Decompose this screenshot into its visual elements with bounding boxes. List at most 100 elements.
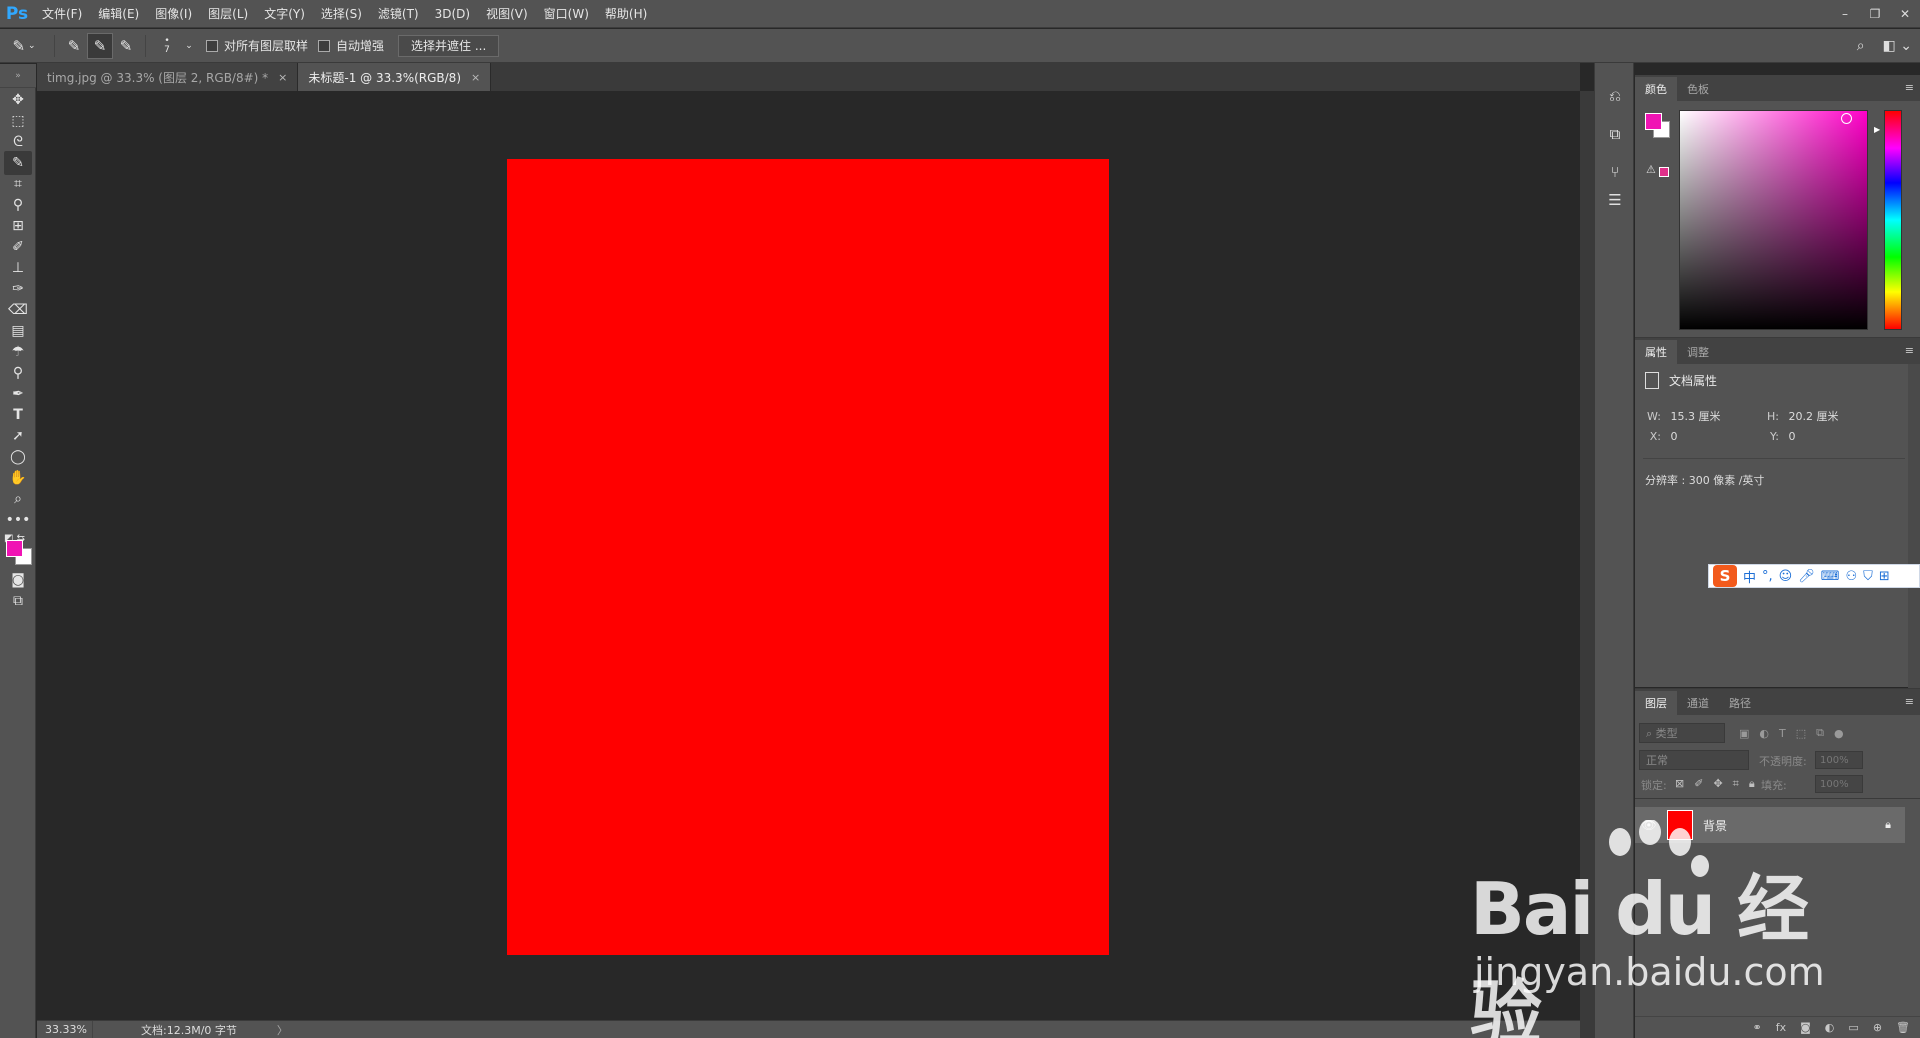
- document-tabs: timg.jpg @ 33.3% (图层 2, RGB/8#) * × 未标题-…: [37, 63, 1580, 91]
- foreground-color-swatch[interactable]: [1645, 113, 1662, 130]
- watermark-brand: Bai du 经验: [1470, 867, 1809, 1038]
- adjustment-filter-icon[interactable]: ◐: [1759, 727, 1769, 740]
- fill-input[interactable]: 100%: [1815, 775, 1863, 793]
- width-row: W: 15.3 厘米: [1639, 408, 1721, 424]
- emoji-icon[interactable]: ☺: [1779, 569, 1793, 584]
- lock-position-icon[interactable]: ✥: [1713, 777, 1722, 791]
- tab-properties[interactable]: 属性: [1635, 340, 1677, 364]
- width-label: W:: [1647, 410, 1661, 423]
- properties-scrollbar[interactable]: [1908, 364, 1920, 688]
- chevron-down-icon[interactable]: ⌄: [182, 33, 196, 59]
- auto-enhance-checkbox[interactable]: 自动增强: [318, 37, 384, 54]
- lock-icon: 🔒︎: [1885, 818, 1891, 831]
- canvas-area[interactable]: [37, 91, 1580, 1020]
- toolbar-collapse-handle[interactable]: »: [0, 64, 36, 88]
- brush-size-picker[interactable]: • 7: [152, 33, 182, 59]
- hue-marker-icon[interactable]: ▶: [1874, 125, 1880, 134]
- panel-menu-icon[interactable]: ≡: [1905, 695, 1914, 708]
- skin-icon[interactable]: ⛉: [1863, 569, 1873, 584]
- ime-mode[interactable]: 中: [1743, 567, 1756, 586]
- tool-preset-picker[interactable]: ✎ ⌄: [0, 33, 48, 59]
- menu-window[interactable]: 窗口(W): [536, 0, 597, 28]
- menu-3d[interactable]: 3D(D): [427, 0, 478, 28]
- menu-file[interactable]: 文件(F): [34, 0, 90, 28]
- keyboard-icon[interactable]: ⌨: [1821, 569, 1840, 584]
- tab-color[interactable]: 颜色: [1635, 77, 1677, 101]
- menu-filter[interactable]: 滤镜(T): [370, 0, 427, 28]
- tab-adjustments[interactable]: 调整: [1677, 340, 1719, 364]
- tab-paths[interactable]: 路径: [1719, 691, 1761, 715]
- add-to-selection-icon[interactable]: ✎: [87, 32, 113, 59]
- shape-filter-icon[interactable]: ⬚: [1796, 727, 1806, 740]
- tab-channels[interactable]: 通道: [1677, 691, 1719, 715]
- tab-timg[interactable]: timg.jpg @ 33.3% (图层 2, RGB/8#) * ×: [37, 63, 299, 91]
- new-selection-icon[interactable]: ✎: [61, 33, 87, 59]
- microphone-icon[interactable]: 🎤︎: [1798, 569, 1815, 584]
- menu-view[interactable]: 视图(V): [478, 0, 536, 28]
- height-value[interactable]: 20.2 厘米: [1789, 410, 1839, 423]
- width-value[interactable]: 15.3 厘米: [1671, 410, 1721, 423]
- filter-toggle-icon[interactable]: ●: [1834, 727, 1844, 740]
- options-right: ⌕ ◧ ⌄: [1857, 29, 1912, 63]
- quick-selection-icon: ✎: [12, 36, 26, 55]
- in-gamut-color-swatch[interactable]: [1659, 167, 1669, 177]
- menu-help[interactable]: 帮助(H): [597, 0, 655, 28]
- x-row: X: 0: [1639, 430, 1678, 443]
- panel-menu-icon[interactable]: ≡: [1905, 344, 1914, 357]
- sogou-logo[interactable]: S: [1713, 565, 1737, 587]
- smart-object-filter-icon[interactable]: ⧉: [1816, 726, 1824, 740]
- opacity-input[interactable]: 100%: [1815, 751, 1863, 769]
- history-icon[interactable]: ⎌: [1601, 83, 1629, 109]
- x-value[interactable]: 0: [1671, 430, 1678, 443]
- zoom-level[interactable]: 33.33%: [37, 1020, 93, 1038]
- color-picker-cursor[interactable]: [1841, 113, 1852, 124]
- layer-filter-select[interactable]: ⌕ 类型: [1639, 723, 1725, 743]
- adjustments-icon[interactable]: ☰: [1601, 187, 1629, 213]
- tab-untitled[interactable]: 未标题-1 @ 33.3%(RGB/8) ×: [298, 63, 492, 91]
- y-label: Y:: [1770, 430, 1779, 443]
- minimize-button[interactable]: –: [1830, 0, 1860, 28]
- lock-transparent-icon[interactable]: ⊠: [1675, 777, 1684, 791]
- y-value[interactable]: 0: [1789, 430, 1796, 443]
- tab-layers[interactable]: 图层: [1635, 691, 1677, 715]
- close-icon[interactable]: ×: [278, 71, 287, 84]
- select-and-mask-button[interactable]: 选择并遮住 ...: [398, 34, 500, 57]
- menu-bar: Ps 文件(F) 编辑(E) 图像(I) 图层(L) 文字(Y) 选择(S) 滤…: [0, 0, 1920, 28]
- lock-artboard-icon[interactable]: ⌗: [1733, 777, 1739, 791]
- color-field[interactable]: [1679, 110, 1868, 330]
- document-canvas[interactable]: [507, 159, 1109, 955]
- lock-all-icon[interactable]: 🔒︎: [1749, 777, 1755, 791]
- close-window-button[interactable]: ✕: [1890, 0, 1920, 28]
- tab-swatches[interactable]: 色板: [1677, 77, 1719, 101]
- subtract-from-selection-icon[interactable]: ✎: [113, 33, 139, 59]
- screen-mode-icon[interactable]: ⧉: [4, 589, 32, 613]
- menu-type[interactable]: 文字(Y): [256, 0, 313, 28]
- ime-punctuation[interactable]: °,: [1762, 569, 1773, 584]
- panel-menu-icon[interactable]: ≡: [1905, 81, 1914, 94]
- hue-slider[interactable]: [1884, 110, 1902, 330]
- clone-source-icon[interactable]: ⧉: [1601, 121, 1629, 147]
- foreground-color-swatch[interactable]: [6, 540, 23, 557]
- menu-layer[interactable]: 图层(L): [200, 0, 256, 28]
- pixel-filter-icon[interactable]: ▣: [1739, 727, 1749, 740]
- delete-layer-icon[interactable]: 🗑︎: [1896, 1021, 1910, 1034]
- toolbox-icon[interactable]: ⊞: [1879, 569, 1890, 584]
- new-layer-icon[interactable]: ⊕: [1873, 1021, 1882, 1034]
- brush-presets-icon[interactable]: ⑂: [1601, 159, 1629, 185]
- menu-edit[interactable]: 编辑(E): [90, 0, 147, 28]
- close-icon[interactable]: ×: [471, 71, 480, 84]
- lock-pixels-icon[interactable]: ✐: [1694, 777, 1703, 791]
- divider: [1635, 798, 1920, 799]
- restore-button[interactable]: ❐: [1860, 0, 1890, 28]
- blend-mode-select[interactable]: 正常: [1639, 750, 1749, 770]
- menu-image[interactable]: 图像(I): [147, 0, 200, 28]
- type-filter-icon[interactable]: T: [1779, 727, 1786, 740]
- user-icon[interactable]: ⚇: [1846, 569, 1858, 584]
- status-menu-arrow[interactable]: 〉: [277, 1022, 288, 1038]
- status-bar: 33.33% 文档:12.3M/0 字节 〉: [37, 1020, 1580, 1038]
- gamut-warning-icon[interactable]: ⚠: [1646, 163, 1656, 176]
- workspace-icon[interactable]: ◧ ⌄: [1883, 38, 1912, 54]
- search-icon[interactable]: ⌕: [1857, 38, 1865, 54]
- sample-all-layers-checkbox[interactable]: 对所有图层取样: [206, 37, 308, 54]
- menu-select[interactable]: 选择(S): [313, 0, 370, 28]
